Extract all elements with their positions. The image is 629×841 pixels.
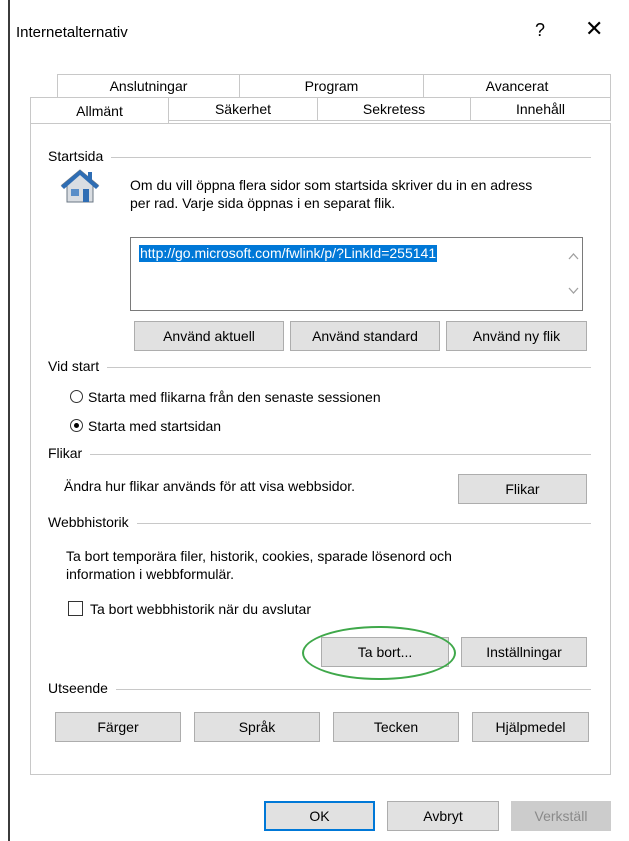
tab-program[interactable]: Program — [239, 74, 424, 98]
utseende-divider — [48, 689, 591, 690]
languages-button[interactable]: Språk — [194, 712, 320, 742]
tab-avancerat[interactable]: Avancerat — [423, 74, 611, 98]
homepage-url-field[interactable]: http://go.microsoft.com/fwlink/p/?LinkId… — [130, 237, 583, 311]
tab-anslutningar[interactable]: Anslutningar — [57, 74, 240, 98]
homepage-url-value: http://go.microsoft.com/fwlink/p/?LinkId… — [139, 245, 438, 262]
vid-start-divider — [48, 367, 591, 368]
flikar-heading: Flikar — [48, 445, 91, 461]
startsida-description-1: Om du vill öppna flera sidor som startsi… — [130, 177, 533, 193]
webbhistorik-heading: Webbhistorik — [48, 514, 137, 530]
help-button[interactable]: ? — [535, 20, 545, 41]
home-icon — [60, 168, 100, 206]
tab-sakerhet[interactable]: Säkerhet — [168, 97, 318, 121]
tab-innehall[interactable]: Innehåll — [470, 97, 611, 121]
general-tab-panel — [30, 123, 611, 775]
flikar-divider — [48, 454, 591, 455]
use-default-button[interactable]: Använd standard — [290, 321, 440, 351]
apply-button[interactable]: Verkställ — [511, 801, 611, 831]
tab-allmant[interactable]: Allmänt — [30, 97, 169, 123]
colors-button[interactable]: Färger — [55, 712, 181, 742]
vid-start-heading: Vid start — [48, 358, 108, 374]
tabs-settings-button[interactable]: Flikar — [458, 474, 587, 504]
radio-startpage-label[interactable]: Starta med startsidan — [88, 417, 221, 435]
radio-last-session-label[interactable]: Starta med flikarna från den senaste ses… — [88, 388, 381, 406]
delete-history-on-exit-label[interactable]: Ta bort webbhistorik när du avslutar — [90, 600, 311, 618]
use-current-button[interactable]: Använd aktuell — [134, 321, 284, 351]
webbhistorik-description-1: Ta bort temporära filer, historik, cooki… — [66, 548, 452, 564]
dialog-title: Internetalternativ — [16, 24, 128, 41]
delete-history-on-exit-checkbox[interactable] — [68, 601, 83, 616]
ok-button[interactable]: OK — [264, 801, 375, 831]
fonts-button[interactable]: Tecken — [333, 712, 459, 742]
history-settings-button[interactable]: Inställningar — [461, 637, 587, 667]
cancel-button[interactable]: Avbryt — [387, 801, 499, 831]
utseende-heading: Utseende — [48, 680, 116, 696]
background-window-strip — [8, 0, 10, 841]
accessibility-button[interactable]: Hjälpmedel — [472, 712, 589, 742]
radio-last-session[interactable] — [70, 390, 83, 403]
close-button[interactable]: ✕ — [585, 16, 603, 42]
startsida-description-2: per rad. Varje sida öppnas i en separat … — [130, 195, 396, 211]
use-new-tab-button[interactable]: Använd ny flik — [446, 321, 587, 351]
highlight-ring — [302, 626, 456, 680]
startsida-divider — [48, 157, 591, 158]
textarea-scrollbar[interactable] — [565, 238, 582, 310]
radio-startpage[interactable] — [70, 419, 83, 432]
webbhistorik-description-2: information i webbformulär. — [66, 566, 235, 582]
flikar-description: Ändra hur flikar används för att visa we… — [64, 478, 356, 494]
startsida-heading: Startsida — [48, 148, 112, 164]
tab-sekretess[interactable]: Sekretess — [317, 97, 471, 121]
